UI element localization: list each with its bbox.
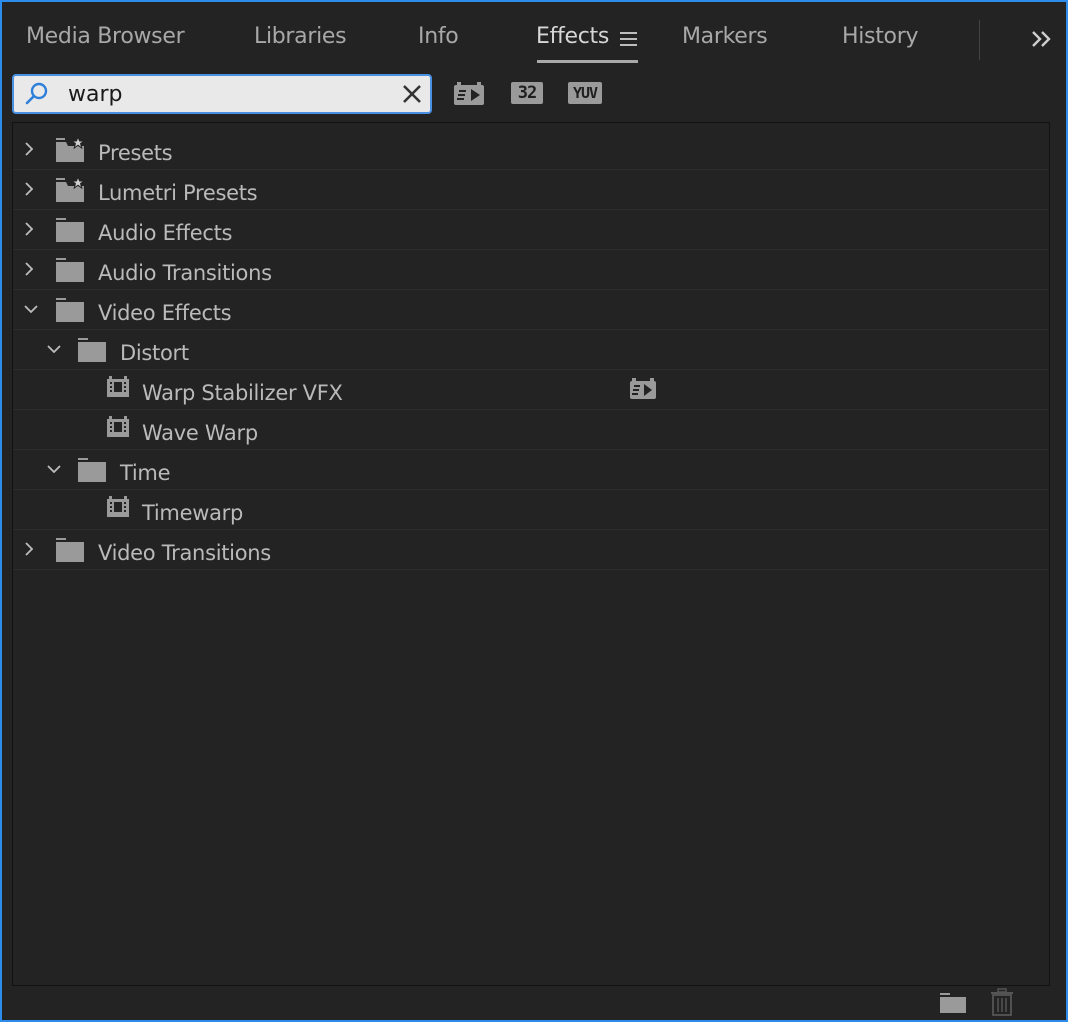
chevron-down-icon[interactable] — [23, 301, 39, 317]
tab-media-browser[interactable]: Media Browser — [26, 24, 185, 49]
chevron-right-icon[interactable] — [21, 221, 37, 237]
tree-item-label: Warp Stabilizer VFX — [142, 381, 343, 405]
preset-folder-icon — [55, 175, 87, 207]
yuv-effects-filter[interactable]: YUV — [568, 82, 602, 106]
tree-item-label: Audio Transitions — [98, 261, 272, 285]
tree-item-warp-stabilizer-vfx[interactable]: Warp Stabilizer VFX — [13, 369, 1049, 410]
tree-item-audio-effects[interactable]: Audio Effects — [13, 209, 1049, 250]
effects-tree: Presets Lumetri Presets Audio Effects Au… — [12, 122, 1050, 986]
panel-menu-icon[interactable] — [620, 32, 637, 47]
yuv-badge: YUV — [568, 82, 602, 104]
tree-item-distort[interactable]: Distort — [13, 329, 1049, 370]
accelerated-effect-icon — [629, 378, 657, 400]
chevron-down-icon[interactable] — [46, 461, 62, 477]
tree-item-time[interactable]: Time — [13, 449, 1049, 490]
tab-effects[interactable]: Effects — [536, 24, 609, 49]
tree-item-label: Lumetri Presets — [98, 181, 258, 205]
32-bit-badge: 32 — [511, 82, 543, 104]
tab-libraries[interactable]: Libraries — [254, 24, 347, 49]
folder-icon — [55, 297, 85, 327]
tree-item-audio-transitions[interactable]: Audio Transitions — [13, 249, 1049, 290]
tree-item-label: Video Effects — [98, 301, 232, 325]
trash-icon[interactable] — [990, 988, 1014, 1020]
clear-search-icon[interactable] — [402, 84, 422, 104]
active-tab-indicator — [537, 60, 638, 63]
tree-item-label: Wave Warp — [142, 421, 258, 445]
search-input[interactable] — [68, 78, 388, 110]
tab-info[interactable]: Info — [418, 24, 459, 49]
folder-icon — [55, 217, 85, 247]
search-icon — [24, 81, 50, 107]
tree-item-label: Audio Effects — [98, 221, 233, 245]
tree-item-label: Time — [120, 461, 171, 485]
chevron-down-icon[interactable] — [46, 341, 62, 357]
folder-icon — [55, 537, 85, 567]
accelerated-effect-icon — [454, 82, 484, 105]
tree-item-video-transitions[interactable]: Video Transitions — [13, 529, 1049, 570]
chevron-right-icon[interactable] — [21, 541, 37, 557]
tree-item-label: Video Transitions — [98, 541, 271, 565]
folder-icon — [77, 457, 107, 487]
tree-item-wave-warp[interactable]: Wave Warp — [13, 409, 1049, 450]
tree-item-lumetri-presets[interactable]: Lumetri Presets — [13, 169, 1049, 210]
accelerated-effects-filter[interactable] — [453, 82, 485, 106]
tree-item-label: Distort — [120, 341, 189, 365]
tree-item-video-effects[interactable]: Video Effects — [13, 289, 1049, 330]
folder-icon — [77, 337, 107, 367]
search-field[interactable] — [12, 74, 432, 114]
folder-icon — [55, 257, 85, 287]
tab-divider — [979, 20, 980, 60]
tab-markers[interactable]: Markers — [682, 24, 768, 49]
overflow-chevrons-icon[interactable] — [1029, 26, 1057, 54]
effects-panel: Media Browser Libraries Info Effects Mar… — [0, 0, 1068, 1022]
tree-item-timewarp[interactable]: Timewarp — [13, 489, 1049, 530]
video-effect-icon — [106, 376, 130, 402]
chevron-right-icon[interactable] — [21, 181, 37, 197]
chevron-right-icon[interactable] — [21, 261, 37, 277]
32-bit-color-filter[interactable]: 32 — [511, 82, 543, 106]
tree-item-label: Presets — [98, 141, 173, 165]
video-effect-icon — [106, 496, 130, 522]
tree-item-presets[interactable]: Presets — [13, 129, 1049, 170]
panel-tab-bar: Media Browser Libraries Info Effects Mar… — [2, 2, 1066, 64]
preset-folder-icon — [55, 135, 87, 167]
tab-history[interactable]: History — [842, 24, 918, 49]
video-effect-icon — [106, 416, 130, 442]
new-bin-icon[interactable] — [939, 992, 967, 1018]
chevron-right-icon[interactable] — [21, 141, 37, 157]
tree-item-label: Timewarp — [142, 501, 244, 525]
